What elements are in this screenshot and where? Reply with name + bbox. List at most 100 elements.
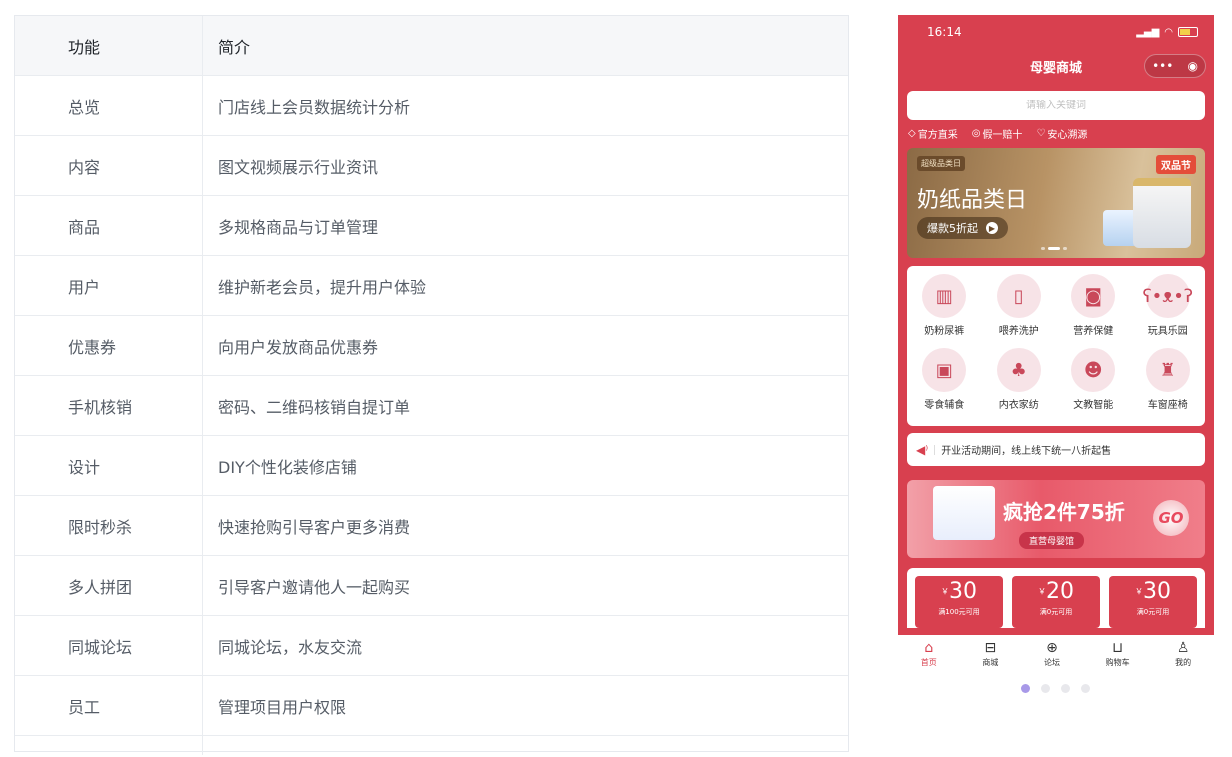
feature-name: 同城论坛 bbox=[15, 616, 203, 675]
feature-name: 多人拼团 bbox=[15, 556, 203, 615]
table-row: 限时秒杀 快速抢购引导客户更多消费 bbox=[15, 496, 848, 556]
product-image bbox=[1133, 178, 1191, 248]
status-icons: ▂▄▆ ◠ bbox=[1136, 27, 1198, 38]
feature-name: 优惠券 bbox=[15, 316, 203, 375]
coupon-card[interactable]: ￥30 满100元可用 bbox=[915, 576, 1003, 628]
feature-name: 商品 bbox=[15, 196, 203, 255]
table-row: 优惠券 向用户发放商品优惠券 bbox=[15, 316, 848, 376]
banner-tag: 超级品类日 bbox=[917, 156, 965, 171]
feature-desc: DIY个性化装修店铺 bbox=[218, 457, 357, 477]
promo-headline: 疯抢2件75折 bbox=[1003, 500, 1125, 524]
product-image bbox=[1103, 210, 1137, 246]
table-header: 功能 简介 bbox=[15, 16, 848, 76]
clothes-icon: ♣ bbox=[996, 348, 1041, 392]
table-row: 总览 门店线上会员数据统计分析 bbox=[15, 76, 848, 136]
feature-desc: 图文视频展示行业资讯 bbox=[218, 157, 379, 177]
tab-home[interactable]: ⌂ 首页 bbox=[921, 640, 937, 668]
coupon-amount: 30 bbox=[1143, 579, 1171, 604]
coupon-card[interactable]: ￥20 满0元可用 bbox=[1012, 576, 1100, 628]
status-bar: 16:14 ▂▄▆ ◠ bbox=[898, 15, 1214, 49]
coupon-amount: 30 bbox=[949, 579, 977, 604]
category-item[interactable]: ▥ 奶粉尿裤 bbox=[907, 274, 982, 348]
banner-headline: 奶纸品类日 bbox=[917, 188, 1028, 213]
category-item[interactable]: ▯ 喂养洗护 bbox=[982, 274, 1057, 348]
bottle-icon: ▯ bbox=[996, 274, 1041, 318]
table-row: 员工 管理项目用户权限 bbox=[15, 676, 848, 736]
tab-cart[interactable]: ⊔ 购物车 bbox=[1106, 640, 1130, 668]
feature-desc: 管理项目用户权限 bbox=[218, 697, 347, 717]
table-row: 内容 图文视频展示行业资讯 bbox=[15, 136, 848, 196]
promo-banner[interactable]: 超级品类日 双品节 奶纸品类日 爆款5折起 ▶ bbox=[907, 148, 1205, 258]
tab-forum[interactable]: ⊕ 论坛 bbox=[1044, 640, 1060, 668]
feature-desc: 同城论坛，水友交流 bbox=[218, 637, 363, 657]
trust-badges: ◇ 官方直采 ◎ 假一赔十 ♡ 安心溯源 bbox=[898, 120, 1214, 141]
home-icon: ⌂ bbox=[924, 640, 934, 656]
category-item[interactable]: ◙ 营养保健 bbox=[1056, 274, 1131, 348]
badge-item: ◇ 官方直采 bbox=[908, 128, 958, 141]
go-button[interactable]: GO bbox=[1153, 500, 1189, 536]
nav-bar: 母婴商城 ••• ◉ bbox=[898, 49, 1214, 83]
page-title: 母婴商城 bbox=[1029, 60, 1082, 76]
pager-dot[interactable] bbox=[1081, 684, 1090, 693]
pager-dot[interactable] bbox=[1041, 684, 1050, 693]
diamond-icon: ◇ bbox=[908, 128, 916, 139]
promo-card[interactable]: 疯抢2件75折 直营母婴馆 GO bbox=[907, 480, 1205, 558]
car-seat-icon: ♜ bbox=[1145, 348, 1190, 392]
pager-dot[interactable] bbox=[1061, 684, 1070, 693]
close-target-icon[interactable]: ◉ bbox=[1187, 59, 1197, 73]
coupon-condition: 满0元可用 bbox=[1039, 608, 1073, 616]
category-item[interactable]: ʕ•ᴥ•ʔ 玩具乐园 bbox=[1131, 274, 1206, 348]
promo-subtitle: 直营母婴馆 bbox=[1019, 532, 1085, 549]
coupon-list: ￥30 满100元可用 ￥20 满0元可用 ￥30 满0元可用 bbox=[907, 568, 1205, 628]
tab-profile[interactable]: ♙ 我的 bbox=[1175, 640, 1191, 668]
table-row: 用户 维护新老会员，提升用户体验 bbox=[15, 256, 848, 316]
product-image bbox=[933, 486, 995, 540]
speaker-icon: ◀⁾ bbox=[916, 442, 929, 457]
feature-name: 限时秒杀 bbox=[15, 496, 203, 555]
store-icon: ⊟ bbox=[984, 640, 997, 656]
feature-name: 用户 bbox=[15, 256, 203, 315]
search-bar[interactable] bbox=[907, 91, 1205, 120]
coupon-condition: 满100元可用 bbox=[938, 608, 980, 616]
category-item[interactable]: ♜ 车窗座椅 bbox=[1131, 348, 1206, 422]
mini-program-capsule[interactable]: ••• ◉ bbox=[1144, 54, 1206, 78]
table-row: 同城论坛 同城论坛，水友交流 bbox=[15, 616, 848, 676]
teddy-bear-icon: ʕ•ᴥ•ʔ bbox=[1142, 274, 1193, 318]
battery-icon bbox=[1178, 27, 1198, 37]
feature-name: 设计 bbox=[15, 436, 203, 495]
table-row: 多人拼团 引导客户邀请他人一起购买 bbox=[15, 556, 848, 616]
tab-mall[interactable]: ⊟ 商城 bbox=[982, 640, 998, 668]
feature-desc: 维护新老会员，提升用户体验 bbox=[218, 277, 427, 297]
phone-preview: 16:14 ▂▄▆ ◠ 母婴商城 ••• ◉ ◇官方直采 ◎假一赔十 ♡安心溯源… bbox=[898, 15, 1214, 635]
toy-robot-icon: ☻ bbox=[1071, 348, 1116, 392]
notice-bar[interactable]: ◀⁾ 开业活动期间，线上线下统一八折起售 bbox=[907, 433, 1205, 466]
tab-bar: ⌂ 首页 ⊟ 商城 ⊕ 论坛 ⊔ 购物车 ♙ 我的 bbox=[898, 635, 1214, 673]
signal-icon: ▂▄▆ bbox=[1136, 26, 1160, 38]
banner-cta[interactable]: 爆款5折起 ▶ bbox=[917, 217, 1008, 239]
user-icon: ♙ bbox=[1176, 640, 1190, 656]
carousel-pager bbox=[1021, 684, 1090, 693]
divider bbox=[934, 444, 936, 455]
shield-icon: ♡ bbox=[1036, 128, 1046, 139]
category-item[interactable]: ☻ 文教智能 bbox=[1056, 348, 1131, 422]
feature-desc: 密码、二维码核销自提订单 bbox=[218, 397, 411, 417]
category-item[interactable]: ♣ 内衣家纺 bbox=[982, 348, 1057, 422]
table-row: 商品 多规格商品与订单管理 bbox=[15, 196, 848, 256]
category-item[interactable]: ▣ 零食辅食 bbox=[907, 348, 982, 422]
banner-indicator bbox=[1041, 247, 1067, 250]
feature-name-empty bbox=[15, 736, 203, 755]
feature-desc: 门店线上会员数据统计分析 bbox=[218, 97, 411, 117]
more-icon[interactable]: ••• bbox=[1152, 59, 1173, 73]
table-row: 手机核销 密码、二维码核销自提订单 bbox=[15, 376, 848, 436]
coupon-card[interactable]: ￥30 满0元可用 bbox=[1109, 576, 1197, 628]
badge-item: ◎ 假一赔十 bbox=[971, 128, 1023, 141]
feature-name: 内容 bbox=[15, 136, 203, 195]
globe-icon: ⊕ bbox=[1046, 640, 1058, 656]
supplement-icon: ◙ bbox=[1071, 274, 1116, 318]
seal-icon: ◎ bbox=[971, 128, 981, 139]
header-description: 简介 bbox=[218, 37, 251, 57]
arrow-right-icon: ▶ bbox=[986, 222, 998, 234]
search-input[interactable] bbox=[907, 100, 1205, 111]
cart-icon: ⊔ bbox=[1112, 640, 1124, 656]
pager-dot[interactable] bbox=[1021, 684, 1030, 693]
